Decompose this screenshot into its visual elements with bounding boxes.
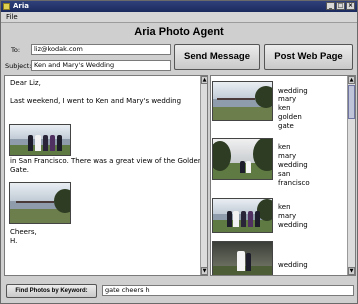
window-title: Aria [13, 2, 29, 10]
post-web-page-button[interactable]: Post Web Page [264, 44, 353, 70]
scroll-down-arrow[interactable]: ▼ [348, 267, 355, 275]
result-photo[interactable] [212, 138, 273, 180]
app-window: Aria _ □ × File Aria Photo Agent To: liz… [0, 0, 358, 304]
to-label: To: [11, 46, 21, 54]
minimize-button[interactable]: _ [326, 2, 335, 10]
app-heading: Aria Photo Agent [134, 26, 224, 38]
letter-line: Last weekend, I went to Ken and Mary's w… [10, 97, 182, 105]
title-bar[interactable]: Aria _ □ × [1, 1, 357, 12]
subject-label: Subject: [5, 62, 32, 70]
letter-greeting: Dear Liz, [10, 79, 41, 87]
results-scrollbar[interactable]: ▲ ▼ [347, 76, 355, 275]
maximize-button[interactable]: □ [336, 2, 345, 10]
result-keyword: san [278, 170, 291, 178]
send-message-button[interactable]: Send Message [174, 44, 260, 70]
result-keyword: mary [278, 212, 297, 220]
letter-photo-golden-gate[interactable] [9, 182, 71, 224]
close-button[interactable]: × [346, 2, 355, 10]
letter-closing: Cheers, [10, 228, 37, 236]
letter-editor[interactable]: Dear Liz, Last weekend, I went to Ken an… [4, 75, 208, 276]
result-keyword: golden [278, 113, 302, 121]
result-keyword: ken [278, 104, 291, 112]
result-keyword: ken [278, 143, 291, 151]
keyword-input[interactable]: gate cheers h [102, 285, 354, 296]
menu-bar: File [1, 12, 357, 23]
result-photo[interactable] [212, 198, 273, 233]
result-keyword: wedding [278, 261, 308, 269]
result-keyword: francisco [278, 179, 310, 187]
window-controls: _ □ × [326, 2, 355, 10]
app-icon [3, 3, 10, 10]
result-keyword: wedding [278, 161, 308, 169]
menu-file[interactable]: File [6, 13, 18, 21]
scroll-down-arrow[interactable]: ▼ [201, 267, 207, 275]
result-photo[interactable] [212, 81, 273, 121]
letter-line: in San Francisco. There was a great view… [10, 157, 203, 165]
letter-signature: H. [10, 237, 18, 245]
result-keyword: ken [278, 203, 291, 211]
result-keyword: wedding [278, 221, 308, 229]
scroll-up-arrow[interactable]: ▲ [201, 76, 207, 84]
result-keyword: mary [278, 95, 297, 103]
result-photo[interactable] [212, 241, 273, 275]
subject-field[interactable]: Ken and Mary's Wedding [31, 60, 171, 71]
scroll-thumb[interactable] [348, 85, 355, 119]
result-keyword: wedding [278, 87, 308, 95]
result-keyword: gate [278, 122, 294, 130]
letter-scrollbar[interactable]: ▲ ▼ [200, 76, 207, 275]
find-photos-button[interactable]: Find Photos by Keyword: [6, 284, 97, 298]
to-field[interactable]: liz@kodak.com [31, 44, 171, 55]
photo-results-list[interactable]: wedding mary ken golden gate ken mary we… [210, 75, 356, 276]
letter-photo-wedding[interactable] [9, 124, 71, 156]
scroll-up-arrow[interactable]: ▲ [348, 76, 355, 84]
letter-line: Gate. [10, 166, 29, 174]
result-keyword: mary [278, 152, 297, 160]
